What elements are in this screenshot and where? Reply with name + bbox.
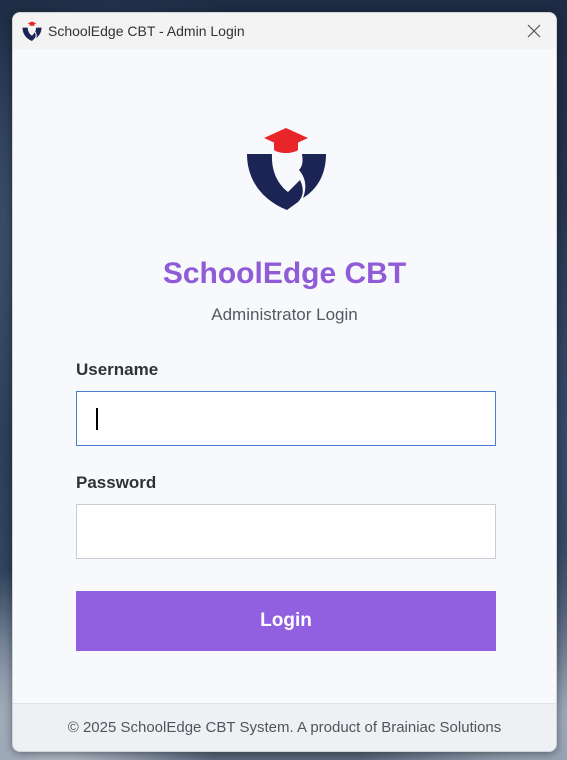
text-caret bbox=[96, 408, 98, 430]
close-icon bbox=[527, 24, 541, 38]
app-title: SchoolEdge CBT bbox=[162, 257, 407, 290]
schooledge-logo-icon bbox=[246, 126, 326, 210]
close-button[interactable] bbox=[512, 13, 556, 49]
page-subtitle: Administrator Login bbox=[211, 305, 358, 324]
login-button[interactable]: Login bbox=[76, 591, 496, 651]
window-title: SchoolEdge CBT - Admin Login bbox=[48, 23, 245, 39]
login-window: SchoolEdge CBT - Admin Login SchoolEdge … bbox=[12, 12, 557, 752]
title-bar: SchoolEdge CBT - Admin Login bbox=[13, 13, 556, 49]
login-content: SchoolEdge CBT Administrator Login Usern… bbox=[13, 49, 556, 705]
password-label: Password bbox=[76, 473, 157, 492]
password-input[interactable] bbox=[76, 504, 496, 559]
username-input[interactable] bbox=[76, 391, 496, 446]
footer-copyright: © 2025 SchoolEdge CBT System. A product … bbox=[13, 703, 556, 751]
app-logo-icon bbox=[22, 21, 42, 41]
username-label: Username bbox=[76, 360, 159, 379]
